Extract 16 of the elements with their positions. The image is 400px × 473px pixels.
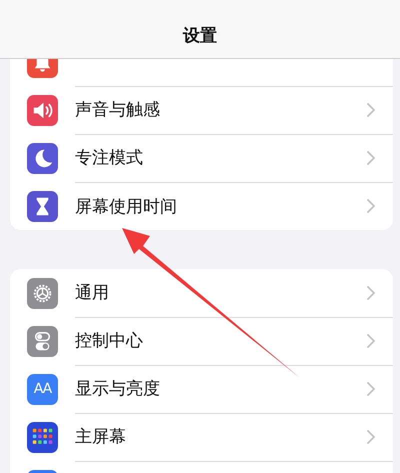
- chevron-icon: [367, 430, 375, 444]
- settings-item[interactable]: 主屏幕: [75, 425, 126, 448]
- settings-item[interactable]: 屏幕使用时间: [75, 194, 177, 218]
- settings-item[interactable]: 控制中心: [75, 329, 143, 352]
- settings-item[interactable]: 专注模式: [75, 146, 143, 169]
- chevron-icon: [367, 199, 375, 213]
- page-title: 设置: [183, 24, 217, 46]
- chevron-icon: [367, 286, 375, 300]
- chevron-icon: [367, 150, 375, 164]
- text-size-icon: AA: [27, 374, 58, 404]
- chevron-icon: [367, 382, 375, 396]
- settings-item[interactable]: 通用: [75, 281, 109, 304]
- settings-item[interactable]: 显示与亮度: [75, 377, 160, 400]
- chevron-icon: [367, 102, 375, 116]
- chevron-icon: [367, 334, 375, 348]
- settings-item[interactable]: 声音与触感: [75, 98, 160, 121]
